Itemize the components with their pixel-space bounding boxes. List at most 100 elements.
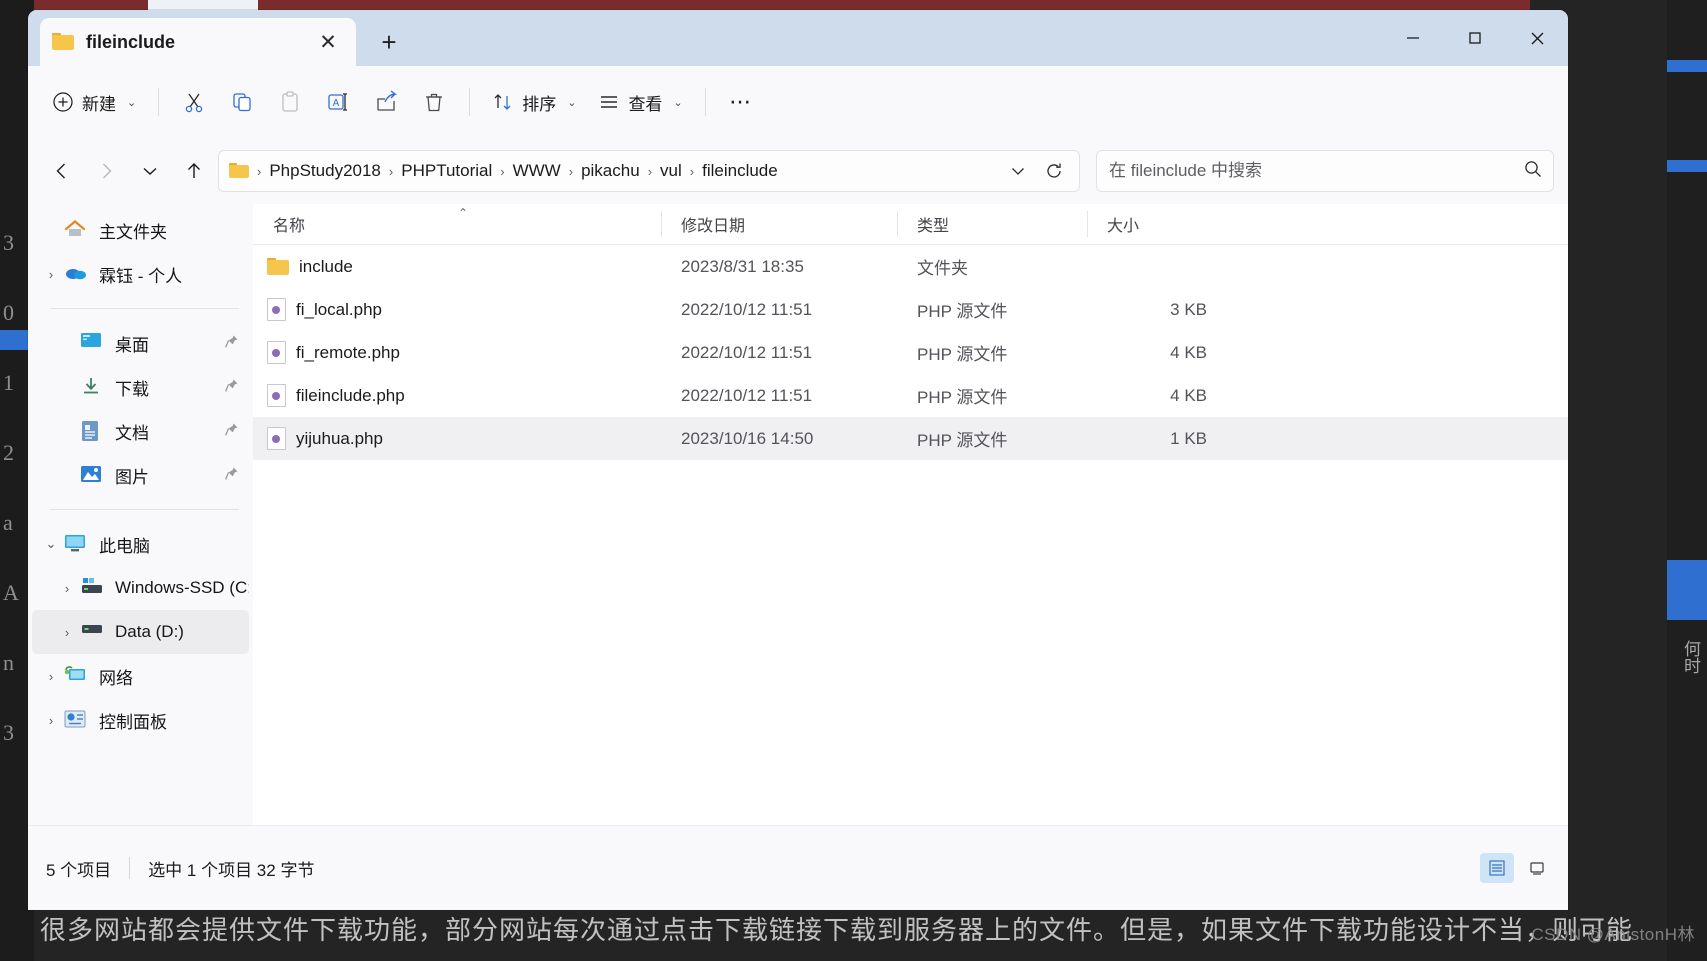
sidebar-item-图片[interactable]: 图片 [32,453,249,497]
sidebar-item-Windows-SSD (C:)[interactable]: › Windows-SSD (C:) [32,566,249,610]
php-file-icon [267,341,286,364]
large-icons-view-icon[interactable] [1520,853,1554,883]
expander-icon[interactable]: › [38,267,64,282]
new-button[interactable]: 新建 ⌄ [42,79,146,125]
sidebar-item-label: 图片 [115,467,149,487]
column-header-name[interactable]: 名称 [253,211,661,237]
close-window-button[interactable] [1506,10,1568,66]
expander-icon[interactable]: › [54,581,80,596]
table-row[interactable]: include 2023/8/31 18:35 文件夹 [253,245,1568,288]
explorer-tab[interactable]: fileinclude ✕ [40,18,356,66]
file-type-cell: PHP 源文件 [917,431,1008,450]
minimize-button[interactable] [1382,10,1444,66]
breadcrumb-item-phpstudy2018[interactable]: PhpStudy2018 [262,157,388,185]
table-row[interactable]: fi_remote.php 2022/10/12 11:51 PHP 源文件 4 KB [253,331,1568,374]
sidebar-item-label: 控制面板 [99,712,167,732]
address-dropdown-icon[interactable] [1001,154,1035,188]
sidebar-item-桌面[interactable]: 桌面 [32,321,249,365]
table-row[interactable]: fileinclude.php 2022/10/12 11:51 PHP 源文件 4 … [253,374,1568,417]
pc-icon [64,533,90,555]
sidebar-item-文档[interactable]: 文档 [32,409,249,453]
scissors-icon [185,93,203,113]
breadcrumb-item-phptutorial[interactable]: PHPTutorial [394,157,499,185]
php-file-icon [267,427,286,450]
share-button[interactable] [363,79,409,125]
sidebar-item-label: 桌面 [115,335,149,355]
rename-icon: A [328,93,348,111]
paste-button[interactable] [267,79,313,125]
sort-button[interactable]: 排序 ⌄ [482,79,586,125]
sidebar-item-label: 主文件夹 [99,222,167,242]
sidebar-item-主文件夹[interactable]: 主文件夹 [32,208,249,252]
sidebar-item-label: 此电脑 [99,536,150,556]
address-bar[interactable]: › PhpStudy2018 › PHPTutorial › WWW › pikachu › vu… [218,150,1080,192]
pin-icon[interactable] [224,334,239,353]
search-input[interactable] [1107,160,1523,182]
column-header-size[interactable]: 大小 [1087,211,1215,237]
file-name-label: include [299,256,353,276]
expander-icon[interactable]: ⌄ [38,536,64,552]
trash-icon [426,93,443,112]
chevron-down-icon-sort: ⌄ [567,96,577,109]
pin-icon[interactable] [224,378,239,397]
chevron-down-icon: ⌄ [127,96,137,109]
file-name-cell: fileinclude.php [253,384,661,407]
background-right-column: 何时 [1667,0,1707,961]
rename-button[interactable]: A [315,79,361,125]
table-row[interactable]: fi_local.php 2022/10/12 11:51 PHP 源文件 3 KB [253,288,1568,331]
windows-drive-icon [80,577,106,599]
close-tab-icon[interactable]: ✕ [312,26,344,58]
table-row[interactable]: yijuhua.php 2023/10/16 14:50 PHP 源文件 1 KB [253,417,1568,460]
expander-icon[interactable]: › [54,625,80,640]
file-size-cell: 1 KB [1170,428,1207,448]
explorer-body: 主文件夹 › 霖钰 - 个人桌面下载文档图片 ⌄ 此电脑 › Windows-SSD (C:… [28,204,1568,825]
maximize-button[interactable] [1444,10,1506,66]
sidebar-item-下载[interactable]: 下载 [32,365,249,409]
breadcrumb-item-vul[interactable]: vul [653,157,689,185]
toolbar-divider-2 [469,88,471,116]
sidebar-item-Data (D:)[interactable]: › Data (D:) [32,610,249,654]
forward-button[interactable] [86,151,126,191]
sidebar-item-此电脑[interactable]: ⌄ 此电脑 [32,522,249,566]
selection-info-label: 选中 1 个项目 32 字节 [148,860,315,880]
search-box[interactable] [1096,150,1554,192]
breadcrumb: › PhpStudy2018 › PHPTutorial › WWW › pikachu › vu… [256,157,785,185]
new-tab-button[interactable]: + [372,26,406,58]
pin-icon[interactable] [224,466,239,485]
file-name-cell: yijuhua.php [253,427,661,450]
recent-locations-button[interactable] [130,151,170,191]
cut-button[interactable] [171,79,217,125]
sidebar-item-label: 文档 [115,423,149,443]
more-options-button[interactable]: ⋯ [718,79,764,125]
sidebar-item-网络[interactable]: › 网络 [32,654,249,698]
copy-button[interactable] [219,79,265,125]
plus-circle-icon [53,92,73,112]
column-header-type[interactable]: 类型 [897,211,1087,237]
expander-icon[interactable]: › [38,669,64,684]
navigation-pane: 主文件夹 › 霖钰 - 个人桌面下载文档图片 ⌄ 此电脑 › Windows-SSD (C:… [28,204,253,825]
expander-icon[interactable]: › [38,713,64,728]
sidebar-item-控制面板[interactable]: › 控制面板 [32,698,249,742]
back-button[interactable] [42,151,82,191]
pin-icon[interactable] [224,422,239,441]
view-button[interactable]: 查看 ⌄ [588,79,692,125]
view-button-label: 查看 [628,94,663,114]
sidebar-item-霖钰 - 个人[interactable]: › 霖钰 - 个人 [32,252,249,296]
folder-icon [267,257,289,276]
breadcrumb-item-pikachu[interactable]: pikachu [574,157,647,185]
column-header-date[interactable]: 修改日期 [661,211,897,237]
file-size-cell: 4 KB [1170,342,1207,362]
breadcrumb-item-www[interactable]: WWW [506,157,568,185]
breadcrumb-item-fileinclude[interactable]: fileinclude [695,157,785,185]
delete-button[interactable] [411,79,457,125]
search-icon[interactable] [1523,159,1543,184]
toolbar-divider-3 [704,88,706,116]
copy-icon [233,93,251,112]
sidebar-item-label: 下载 [115,379,149,399]
title-bar: fileinclude ✕ + [28,10,1568,66]
share-icon [377,90,398,111]
file-date-cell: 2023/10/16 14:50 [681,428,814,448]
refresh-icon[interactable] [1037,154,1071,188]
details-view-icon[interactable] [1480,853,1514,883]
up-button[interactable] [174,151,214,191]
